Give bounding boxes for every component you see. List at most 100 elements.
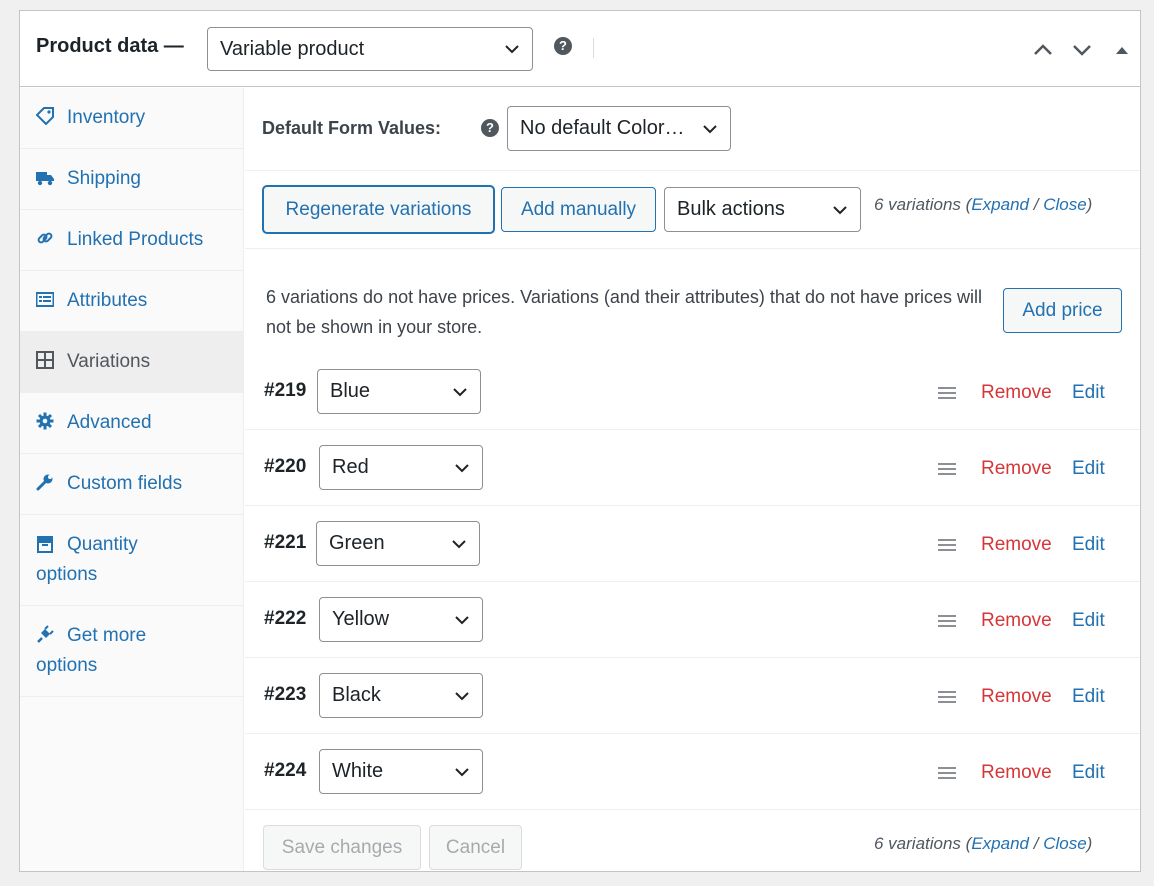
move-up-icon[interactable] xyxy=(1032,39,1054,61)
truck-icon xyxy=(36,172,54,186)
add-manually-button[interactable]: Add manually xyxy=(501,187,656,232)
regenerate-variations-button[interactable]: Regenerate variations xyxy=(263,186,494,233)
chevron-down-icon xyxy=(452,539,466,548)
variation-id: #221 xyxy=(264,532,307,553)
product-type-value: Variable product xyxy=(220,37,365,60)
panel-header: Product data — Variable product ? xyxy=(20,11,1140,87)
tab-shipping[interactable]: Shipping xyxy=(20,149,243,210)
save-changes-button[interactable]: Save changes xyxy=(263,825,421,870)
edit-variation-link[interactable]: Edit xyxy=(1072,762,1105,784)
default-color-select[interactable]: No default Color… xyxy=(507,106,731,151)
variations-panel: Default Form Values: ? No default Color…… xyxy=(245,88,1140,871)
tab-label: Inventory xyxy=(67,107,146,128)
tab-label: Custom fields xyxy=(67,473,183,494)
move-down-icon[interactable] xyxy=(1071,39,1093,61)
tab-get-more-options[interactable]: Get more options xyxy=(20,606,243,697)
variations-count: 6 variations (Expand / Close) xyxy=(874,195,1093,214)
divider xyxy=(245,170,1140,171)
variation-row: #224 White Remove Edit xyxy=(245,734,1140,810)
chevron-down-icon xyxy=(455,463,469,472)
drag-handle-icon[interactable] xyxy=(938,766,956,780)
variation-id: #222 xyxy=(264,608,307,629)
variation-row: #223 Black Remove Edit xyxy=(245,658,1140,734)
tab-label: Attributes xyxy=(67,290,148,311)
variation-attribute-select[interactable]: Blue xyxy=(317,369,481,414)
drag-handle-icon[interactable] xyxy=(938,614,956,628)
variation-row: #222 Yellow Remove Edit xyxy=(245,582,1140,658)
variation-attribute-value: White xyxy=(332,760,384,782)
tab-inventory[interactable]: Inventory xyxy=(20,88,243,149)
remove-variation-link[interactable]: Remove xyxy=(981,382,1052,404)
edit-variation-link[interactable]: Edit xyxy=(1072,686,1105,708)
expand-link[interactable]: Expand xyxy=(971,195,1029,214)
wrench-icon xyxy=(36,474,53,491)
help-icon[interactable]: ? xyxy=(554,37,572,55)
divider xyxy=(245,248,1140,249)
product-data-panel: Product data — Variable product ? Invent… xyxy=(19,10,1141,872)
tab-advanced[interactable]: Advanced xyxy=(20,393,243,454)
variation-row: #219 Blue Remove Edit xyxy=(245,354,1140,430)
variation-id: #219 xyxy=(264,380,307,401)
chevron-down-icon xyxy=(455,615,469,624)
tab-custom-fields[interactable]: Custom fields xyxy=(20,454,243,515)
edit-variation-link[interactable]: Edit xyxy=(1072,382,1105,404)
box-icon xyxy=(37,536,53,553)
remove-variation-link[interactable]: Remove xyxy=(981,686,1052,708)
variation-row: #220 Red Remove Edit xyxy=(245,430,1140,506)
tab-label-line2: options xyxy=(36,655,98,676)
cancel-button[interactable]: Cancel xyxy=(429,825,522,870)
chevron-down-icon xyxy=(455,767,469,776)
drag-handle-icon[interactable] xyxy=(938,690,956,704)
bulk-actions-select[interactable]: Bulk actions xyxy=(664,187,861,232)
drag-handle-icon[interactable] xyxy=(938,538,956,552)
panel-title: Product data — xyxy=(36,35,184,57)
expand-link[interactable]: Expand xyxy=(971,834,1029,853)
tab-label: Advanced xyxy=(67,412,152,433)
chevron-down-icon xyxy=(505,45,519,54)
help-icon[interactable]: ? xyxy=(481,119,499,137)
variation-attribute-select[interactable]: Red xyxy=(319,445,483,490)
variation-attribute-select[interactable]: Black xyxy=(319,673,483,718)
edit-variation-link[interactable]: Edit xyxy=(1072,458,1105,480)
chevron-down-icon xyxy=(703,124,717,133)
gear-icon xyxy=(36,412,54,430)
remove-variation-link[interactable]: Remove xyxy=(981,762,1052,784)
remove-variation-link[interactable]: Remove xyxy=(981,610,1052,632)
bulk-actions-value: Bulk actions xyxy=(677,198,785,220)
tab-linked-products[interactable]: Linked Products xyxy=(20,210,243,271)
drag-handle-icon[interactable] xyxy=(938,386,956,400)
variation-attribute-select[interactable]: White xyxy=(319,749,483,794)
variations-count-footer: 6 variations (Expand / Close) xyxy=(874,834,1093,853)
chevron-down-icon xyxy=(455,691,469,700)
product-type-select[interactable]: Variable product xyxy=(207,27,533,71)
close-link[interactable]: Close xyxy=(1043,195,1086,214)
plugin-icon xyxy=(37,625,54,643)
edit-variation-link[interactable]: Edit xyxy=(1072,610,1105,632)
tab-variations[interactable]: Variations xyxy=(20,332,243,393)
variation-id: #220 xyxy=(264,456,307,477)
collapse-toggle-icon[interactable] xyxy=(1111,39,1133,61)
variation-attribute-value: Red xyxy=(332,456,369,478)
chevron-down-icon xyxy=(453,387,467,396)
missing-prices-notice: 6 variations do not have prices. Variati… xyxy=(266,287,983,337)
close-link[interactable]: Close xyxy=(1043,834,1086,853)
drag-handle-icon[interactable] xyxy=(938,462,956,476)
remove-variation-link[interactable]: Remove xyxy=(981,534,1052,556)
variation-attribute-value: Green xyxy=(329,532,385,554)
tab-label: Quantity xyxy=(67,534,138,555)
edit-variation-link[interactable]: Edit xyxy=(1072,534,1105,556)
variation-id: #223 xyxy=(264,684,307,705)
tab-label: Variations xyxy=(67,351,151,372)
variation-attribute-select[interactable]: Yellow xyxy=(319,597,483,642)
add-price-button[interactable]: Add price xyxy=(1003,288,1122,333)
tab-label-line2: options xyxy=(36,564,98,585)
chevron-down-icon xyxy=(833,205,847,214)
remove-variation-link[interactable]: Remove xyxy=(981,458,1052,480)
link-icon xyxy=(37,232,53,244)
grid-icon xyxy=(36,351,54,369)
variation-attribute-select[interactable]: Green xyxy=(316,521,480,566)
header-divider xyxy=(593,38,594,58)
tab-quantity-options[interactable]: Quantity options xyxy=(20,515,243,606)
tab-label: Shipping xyxy=(67,168,141,189)
tab-attributes[interactable]: Attributes xyxy=(20,271,243,332)
